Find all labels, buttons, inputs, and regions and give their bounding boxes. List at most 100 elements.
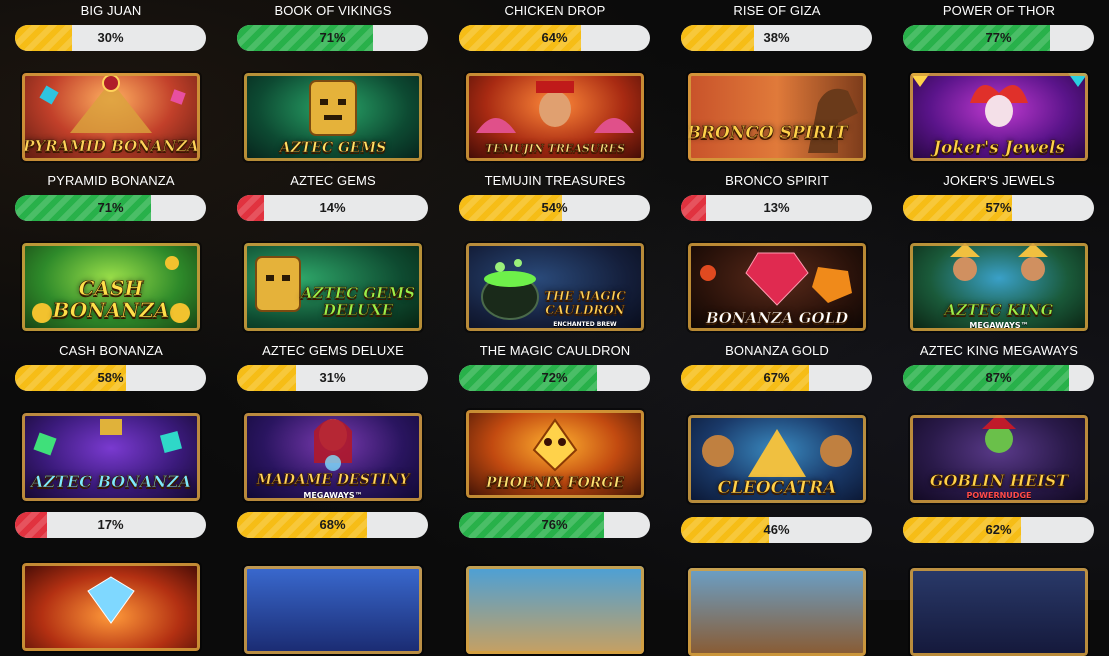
rtp-percent: 58% [97,370,124,385]
rtp-bar-aztec-bonanza[interactable]: 17% [15,512,206,538]
rtp-percent: 14% [319,200,346,215]
game-name-temujin-treasures: TEMUJIN TREASURES [484,173,626,188]
rtp-percent: 30% [97,30,124,45]
rtp-percent: 62% [985,522,1012,537]
game-thumb-aztec-gems[interactable]: AZTEC GEMS [244,73,422,161]
rtp-percent: 77% [985,30,1012,45]
rtp-bar-pyramid-bonanza[interactable]: 71% [15,195,206,221]
game-thumb-temujin-treasures[interactable]: TEMUJIN TREASURES [466,73,644,161]
game-thumb-jokers-jewels[interactable]: Joker's Jewels [910,73,1088,161]
rtp-percent: 67% [763,370,790,385]
thumb-logo: AZTEC BONANZA [30,472,192,491]
game-thumb-pyramid-bonanza[interactable]: PYRAMID BONANZA [22,73,200,161]
rtp-percent: 31% [319,370,346,385]
thumb-sub: ENCHANTED BREW [553,321,617,328]
game-name-cash-bonanza: CASH BONANZA [59,343,163,358]
thumb-art [688,73,866,161]
game-name-pyramid-bonanza: PYRAMID BONANZA [47,173,175,188]
game-thumb-aztec-bonanza[interactable]: AZTEC BONANZA [22,413,200,501]
thumb-sub: POWERNUDGE [966,491,1032,500]
rtp-bar-big-juan[interactable]: 30% [15,25,206,51]
rtp-bar-bronco-spirit[interactable]: 13% [681,195,872,221]
game-name-aztec-gems-deluxe: AZTEC GEMS DELUXE [262,343,404,358]
game-thumb-goblin-heist[interactable]: GOBLIN HEIST POWERNUDGE [910,415,1088,503]
rtp-percent: 68% [319,517,346,532]
rtp-percent: 64% [541,30,568,45]
thumb-logo: CASH BONANZA [52,276,170,322]
thumb-logo: AZTEC GEMS DELUXE [300,284,416,319]
rtp-bar-rise-of-giza[interactable]: 38% [681,25,872,51]
game-thumb-bonanza-gold[interactable]: BONANZA GOLD [688,243,866,331]
rtp-bar-madame-destiny[interactable]: 68% [237,512,428,538]
rtp-bar-phoenix-forge[interactable]: 76% [459,512,650,538]
rtp-bar-aztec-king[interactable]: 87% [903,365,1094,391]
thumb-art [466,566,644,654]
rtp-bar-jokers-jewels[interactable]: 57% [903,195,1094,221]
game-name-bronco-spirit: BRONCO SPIRIT [725,173,829,188]
game-name-rise-of-giza: RISE OF GIZA [733,3,821,18]
game-name-aztec-gems: AZTEC GEMS [290,173,376,188]
thumb-sub: MEGAWAYS™ [969,321,1029,330]
game-thumb-police[interactable] [910,568,1088,656]
rtp-percent: 13% [763,200,790,215]
thumb-logo: BONANZA GOLD [705,309,849,327]
game-name-book-of-vikings: BOOK OF VIKINGS [274,3,392,18]
rtp-bar-power-of-thor[interactable]: 77% [903,25,1094,51]
game-name-chicken-drop: CHICKEN DROP [504,3,606,18]
rtp-bar-book-of-vikings[interactable]: 71% [237,25,428,51]
rtp-percent: 57% [985,200,1012,215]
rtp-percent: 87% [985,370,1012,385]
thumb-logo: PHOENIX FORGE [485,475,625,492]
game-thumb-west[interactable] [688,568,866,656]
game-thumb-bronco-spirit[interactable]: BRONCO SPIRIT [688,73,866,161]
thumb-logo: BRONCO SPIRIT [688,123,848,144]
game-name-aztec-king: AZTEC KING MEGAWAYS [919,343,1079,358]
game-thumb-egypt[interactable] [466,566,644,654]
rtp-bar-temujin-treasures[interactable]: 54% [459,195,650,221]
game-thumb-aztec-gems-deluxe[interactable]: AZTEC GEMS DELUXE [244,243,422,331]
rtp-percent: 46% [763,522,790,537]
thumb-logo: AZTEC GEMS [279,140,387,157]
thumb-logo: AZTEC KING [944,301,1054,319]
thumb-sub: MEGAWAYS™ [303,491,363,500]
rtp-percent: 71% [319,30,346,45]
thumb-art [466,243,644,331]
thumb-logo: Joker's Jewels [933,138,1066,158]
game-thumb-cash-bonanza[interactable]: CASH BONANZA [22,243,200,331]
rtp-bar-bonanza-gold[interactable]: 67% [681,365,872,391]
rtp-bar-aztec-gems-deluxe[interactable]: 31% [237,365,428,391]
game-thumb-cleocatra[interactable]: CLEOCATRA [688,415,866,503]
game-thumb-madame-destiny[interactable]: MADAME DESTINY MEGAWAYS™ [244,413,422,501]
rtp-percent: 54% [541,200,568,215]
game-thumb-blue[interactable] [244,566,422,654]
rtp-bar-cleocatra[interactable]: 46% [681,517,872,543]
rtp-percent: 17% [97,517,124,532]
thumb-logo: MADAME DESTINY [256,472,410,489]
game-name-big-juan: BIG JUAN [80,3,142,18]
rtp-percent: 71% [97,200,124,215]
rtp-bar-aztec-gems[interactable]: 14% [237,195,428,221]
thumb-logo: GOBLIN HEIST [929,471,1069,490]
game-thumb-phoenix-forge[interactable]: PHOENIX FORGE [466,410,644,498]
thumb-art [688,568,866,656]
rtp-bar-chicken-drop[interactable]: 64% [459,25,650,51]
rtp-percent: 72% [541,370,568,385]
rtp-percent: 76% [541,517,568,532]
thumb-logo: TEMUJIN TREASURES [485,142,625,156]
game-name-power-of-thor: POWER OF THOR [942,3,1056,18]
thumb-art [22,563,200,651]
game-thumb-diamond[interactable] [22,563,200,651]
thumb-art [910,568,1088,656]
rtp-bar-magic-cauldron[interactable]: 72% [459,365,650,391]
game-thumb-aztec-king[interactable]: AZTEC KING MEGAWAYS™ [910,243,1088,331]
game-name-jokers-jewels: JOKER'S JEWELS [943,173,1055,188]
game-thumb-magic-cauldron[interactable]: THE MAGIC CAULDRON ENCHANTED BREW [466,243,644,331]
rtp-bar-goblin-heist[interactable]: 62% [903,517,1094,543]
thumb-logo: CLEOCATRA [717,478,837,498]
rtp-percent: 38% [763,30,790,45]
thumb-logo: THE MAGIC CAULDRON [544,289,626,318]
thumb-art [244,566,422,654]
rtp-bar-cash-bonanza[interactable]: 58% [15,365,206,391]
game-name-magic-cauldron: THE MAGIC CAULDRON [479,343,631,358]
thumb-logo: PYRAMID BONANZA [23,137,199,155]
